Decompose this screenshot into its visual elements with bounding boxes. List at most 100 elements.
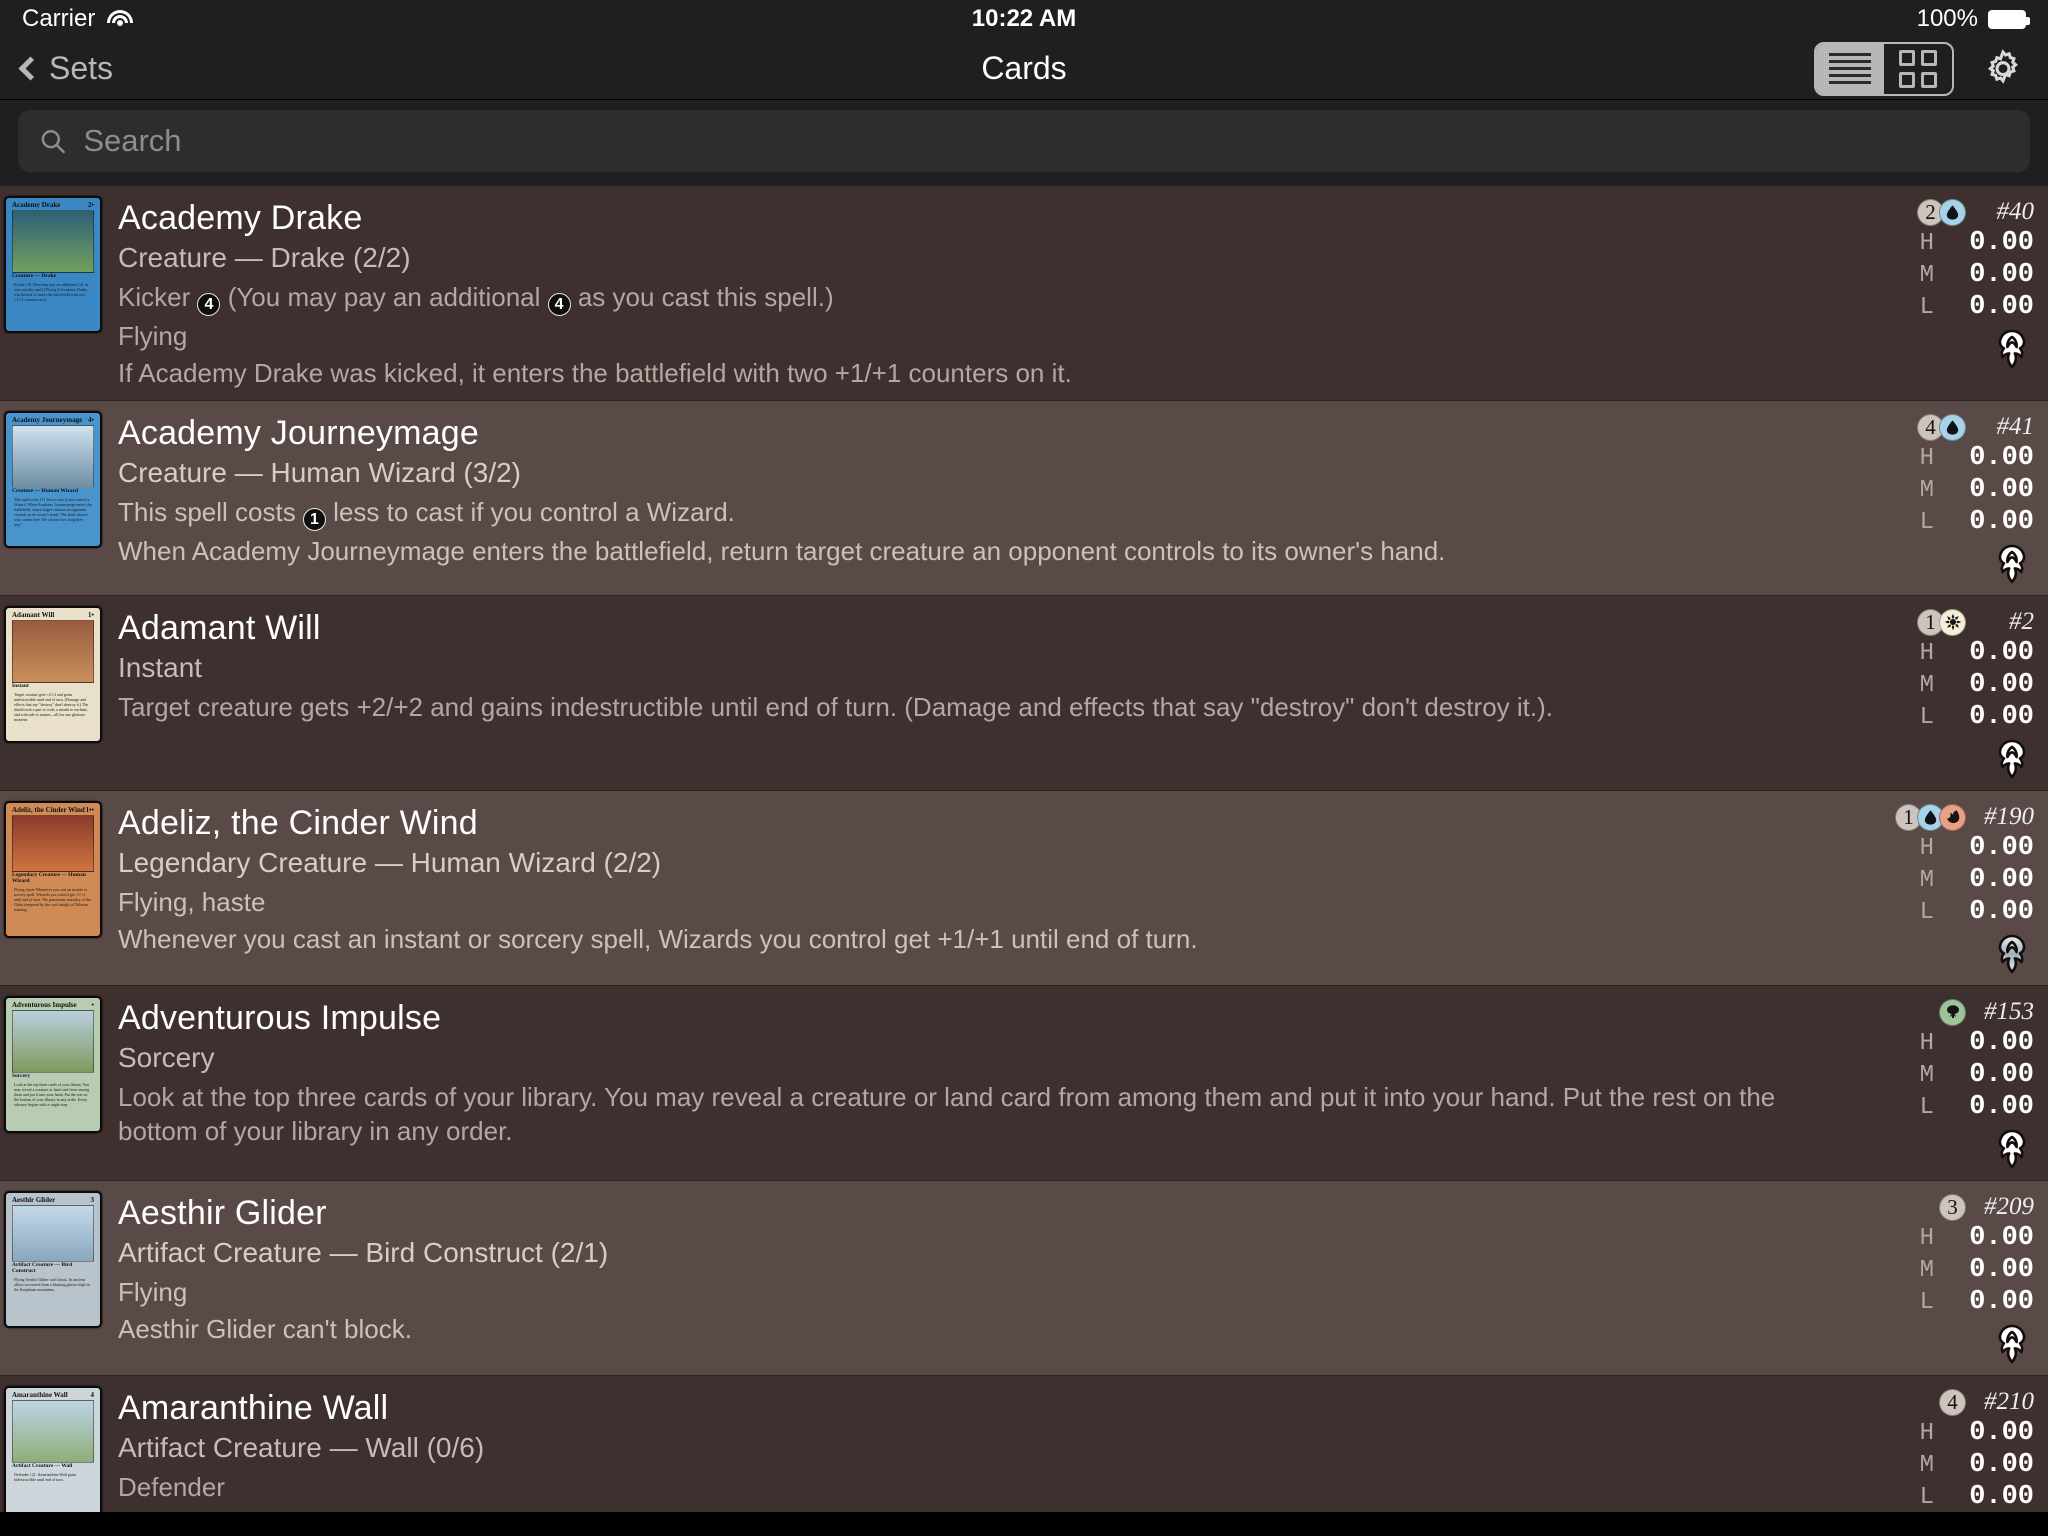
card-thumbnail[interactable]: Adventurous Impulse • Sorcery Look at the t… bbox=[4, 996, 102, 1134]
view-mode-segmented-control[interactable] bbox=[1814, 41, 1954, 96]
price-high-value: 0.00 bbox=[1969, 1418, 2034, 1449]
card-thumbnail-wrapper[interactable]: Adamant Will 1• Instant Target creature get… bbox=[0, 606, 110, 780]
price-low-label: L bbox=[1919, 703, 1934, 731]
price-mid-row: M 0.00 bbox=[1920, 260, 2034, 290]
price-mid-value: 0.00 bbox=[1969, 1060, 2034, 1091]
card-price-column: #153 H 0.00 M 0.00 L 0.00 bbox=[1848, 996, 2048, 1170]
status-bar-left: Carrier bbox=[22, 5, 134, 33]
price-mid-row: M 0.00 bbox=[1920, 1450, 2034, 1480]
battery-percent-label: 100% bbox=[1916, 5, 1978, 32]
thumbnail-rules-text: Target creature gets +2/+2 and gains ind… bbox=[12, 690, 94, 737]
price-low-label: L bbox=[1919, 1093, 1934, 1121]
card-thumbnail[interactable]: Aesthir Glider 3 Artifact Creature — Bird … bbox=[4, 1191, 102, 1329]
card-rules-text: This spell costs 1 less to cast if you c… bbox=[118, 495, 1838, 531]
price-low-row: L 0.00 bbox=[1920, 702, 2034, 732]
page-title: Cards bbox=[981, 50, 1067, 86]
cards-list[interactable]: Academy Drake 2• Creature — Drake Kicker {4… bbox=[0, 186, 2048, 1512]
price-high-label: H bbox=[1919, 229, 1934, 257]
card-price-column: 3 #209 H 0.00 M 0.00 L 0.00 bbox=[1848, 1191, 2048, 1365]
card-price-column: 1 #190 H 0.00 M 0.00 L 0.00 bbox=[1848, 801, 2048, 975]
card-thumbnail-wrapper[interactable]: Academy Journeymage 4• Creature — Human Wi… bbox=[0, 411, 110, 585]
card-list-row[interactable]: Adventurous Impulse • Sorcery Look at the t… bbox=[0, 986, 2048, 1182]
thumbnail-title: Academy Drake 2• bbox=[12, 201, 94, 209]
set-rarity-symbol bbox=[1990, 328, 2034, 370]
card-list-row[interactable]: Aesthir Glider 3 Artifact Creature — Bird … bbox=[0, 1181, 2048, 1377]
price-high-value: 0.00 bbox=[1969, 228, 2034, 258]
price-mid-value: 0.00 bbox=[1969, 1255, 2034, 1286]
card-rules-text: Flying bbox=[118, 1276, 188, 1307]
inline-mana-symbol: 4 bbox=[197, 292, 221, 316]
card-thumbnail[interactable]: Adamant Will 1• Instant Target creature get… bbox=[4, 606, 102, 744]
search-icon bbox=[41, 130, 65, 154]
price-mid-value: 0.00 bbox=[1969, 1450, 2034, 1481]
card-list-row[interactable]: Academy Journeymage 4• Creature — Human Wi… bbox=[0, 401, 2048, 597]
card-thumbnail-wrapper[interactable]: Adeliz, the Cinder Wind 1•• Legendary Crea… bbox=[0, 801, 110, 975]
thumbnail-type-line: Creature — Human Wizard bbox=[12, 487, 79, 494]
card-price-column: 4 #210 H 0.00 M 0.00 L 0.00 bbox=[1848, 1386, 2048, 1512]
settings-button[interactable] bbox=[1980, 46, 2026, 92]
price-high-value: 0.00 bbox=[1969, 443, 2034, 474]
price-low-row: L 0.00 bbox=[1920, 1092, 2034, 1122]
price-high-value: 0.00 bbox=[1969, 1028, 2034, 1059]
status-bar-clock: 10:22 AM bbox=[971, 5, 1077, 32]
price-low-value: 0.00 bbox=[1969, 507, 2034, 538]
search-input[interactable] bbox=[83, 123, 2010, 159]
card-rules-text: Defender bbox=[118, 1471, 225, 1502]
card-thumbnail[interactable]: Academy Journeymage 4• Creature — Human Wi… bbox=[4, 411, 102, 549]
card-thumbnail-wrapper[interactable]: Aesthir Glider 3 Artifact Creature — Bird … bbox=[0, 1191, 110, 1365]
inline-mana-symbol: 4 bbox=[547, 292, 571, 316]
tab-grid-view[interactable] bbox=[1884, 44, 1952, 94]
price-mid-label: M bbox=[1919, 866, 1934, 894]
price-mid-row: M 0.00 bbox=[1920, 865, 2034, 895]
card-body: Amaranthine Wall Artifact Creature — Wall… bbox=[110, 1386, 1848, 1512]
thumbnail-title: Adeliz, the Cinder Wind 1•• bbox=[12, 806, 94, 815]
collector-number: #2 bbox=[2009, 608, 2034, 636]
card-thumbnail-wrapper[interactable]: Amaranthine Wall 4 Artifact Creature — Wal… bbox=[0, 1386, 110, 1512]
grid-view-icon bbox=[1899, 49, 1937, 88]
card-list-row[interactable]: Adamant Will 1• Instant Target creature get… bbox=[0, 596, 2048, 792]
back-button-sets[interactable]: Sets bbox=[18, 50, 113, 87]
mana-cost-line: 3 #209 bbox=[1939, 1193, 2034, 1221]
card-thumbnail-wrapper[interactable]: Academy Drake 2• Creature — Drake Kicker {4… bbox=[0, 196, 110, 390]
price-high-label: H bbox=[1919, 1419, 1934, 1447]
price-high-row: H 0.00 bbox=[1920, 443, 2034, 473]
price-mid-row: M 0.00 bbox=[1920, 670, 2034, 700]
card-price-column: 4 #41 H 0.00 M 0.00 L 0.00 bbox=[1848, 411, 2048, 585]
price-high-value: 0.00 bbox=[1969, 833, 2034, 864]
mana-symbol-generic: 4 bbox=[1939, 1388, 1966, 1416]
set-rarity-symbol bbox=[1990, 738, 2034, 780]
mana-cost-line: 4 #210 bbox=[1939, 1388, 2034, 1416]
mana-symbol-generic: 3 bbox=[1939, 1193, 1966, 1221]
price-high-label: H bbox=[1919, 444, 1934, 472]
mana-cost: 2 bbox=[1917, 198, 1966, 226]
price-high-value: 0.00 bbox=[1969, 1223, 2034, 1254]
price-high-row: H 0.00 bbox=[1920, 833, 2034, 863]
card-thumbnail[interactable]: Amaranthine Wall 4 Artifact Creature — Wal… bbox=[4, 1386, 102, 1512]
thumbnail-title: Academy Journeymage 4• bbox=[12, 416, 94, 425]
price-high-row: H 0.00 bbox=[1920, 228, 2034, 258]
card-thumbnail[interactable]: Adeliz, the Cinder Wind 1•• Legendary Crea… bbox=[4, 801, 102, 939]
price-high-label: H bbox=[1919, 1029, 1934, 1057]
mana-cost: 4 bbox=[1939, 1388, 1966, 1416]
thumbnail-art bbox=[12, 1400, 94, 1463]
mana-cost: 4 bbox=[1917, 413, 1966, 441]
card-name: Academy Journeymage bbox=[118, 414, 479, 453]
thumbnail-title: Amaranthine Wall 4 bbox=[12, 1391, 94, 1400]
card-thumbnail-wrapper[interactable]: Adventurous Impulse • Sorcery Look at the t… bbox=[0, 996, 110, 1170]
card-list-row[interactable]: Adeliz, the Cinder Wind 1•• Legendary Crea… bbox=[0, 791, 2048, 987]
search-field[interactable] bbox=[18, 110, 2030, 172]
card-list-row[interactable]: Amaranthine Wall 4 Artifact Creature — Wal… bbox=[0, 1376, 2048, 1512]
card-type-line: Sorcery bbox=[118, 1042, 215, 1074]
card-thumbnail[interactable]: Academy Drake 2• Creature — Drake Kicker {4… bbox=[4, 196, 102, 333]
card-price-column: 1 #2 H 0.00 M 0.00 L 0.00 bbox=[1848, 606, 2048, 780]
price-low-value: 0.00 bbox=[1969, 1482, 2034, 1512]
card-name: Adamant Will bbox=[118, 609, 321, 648]
wifi-icon bbox=[107, 9, 134, 29]
price-mid-value: 0.00 bbox=[1969, 670, 2034, 701]
card-body: Adventurous Impulse Sorcery Look at the to… bbox=[110, 996, 1848, 1170]
tab-list-view[interactable] bbox=[1816, 43, 1884, 94]
card-list-row[interactable]: Academy Drake 2• Creature — Drake Kicker {4… bbox=[0, 186, 2048, 402]
card-body: Academy Journeymage Creature — Human Wiza… bbox=[110, 411, 1848, 585]
mana-symbol-blue bbox=[1939, 413, 1966, 441]
thumbnail-rules-text: Look at the top three cards of your libr… bbox=[12, 1080, 94, 1127]
